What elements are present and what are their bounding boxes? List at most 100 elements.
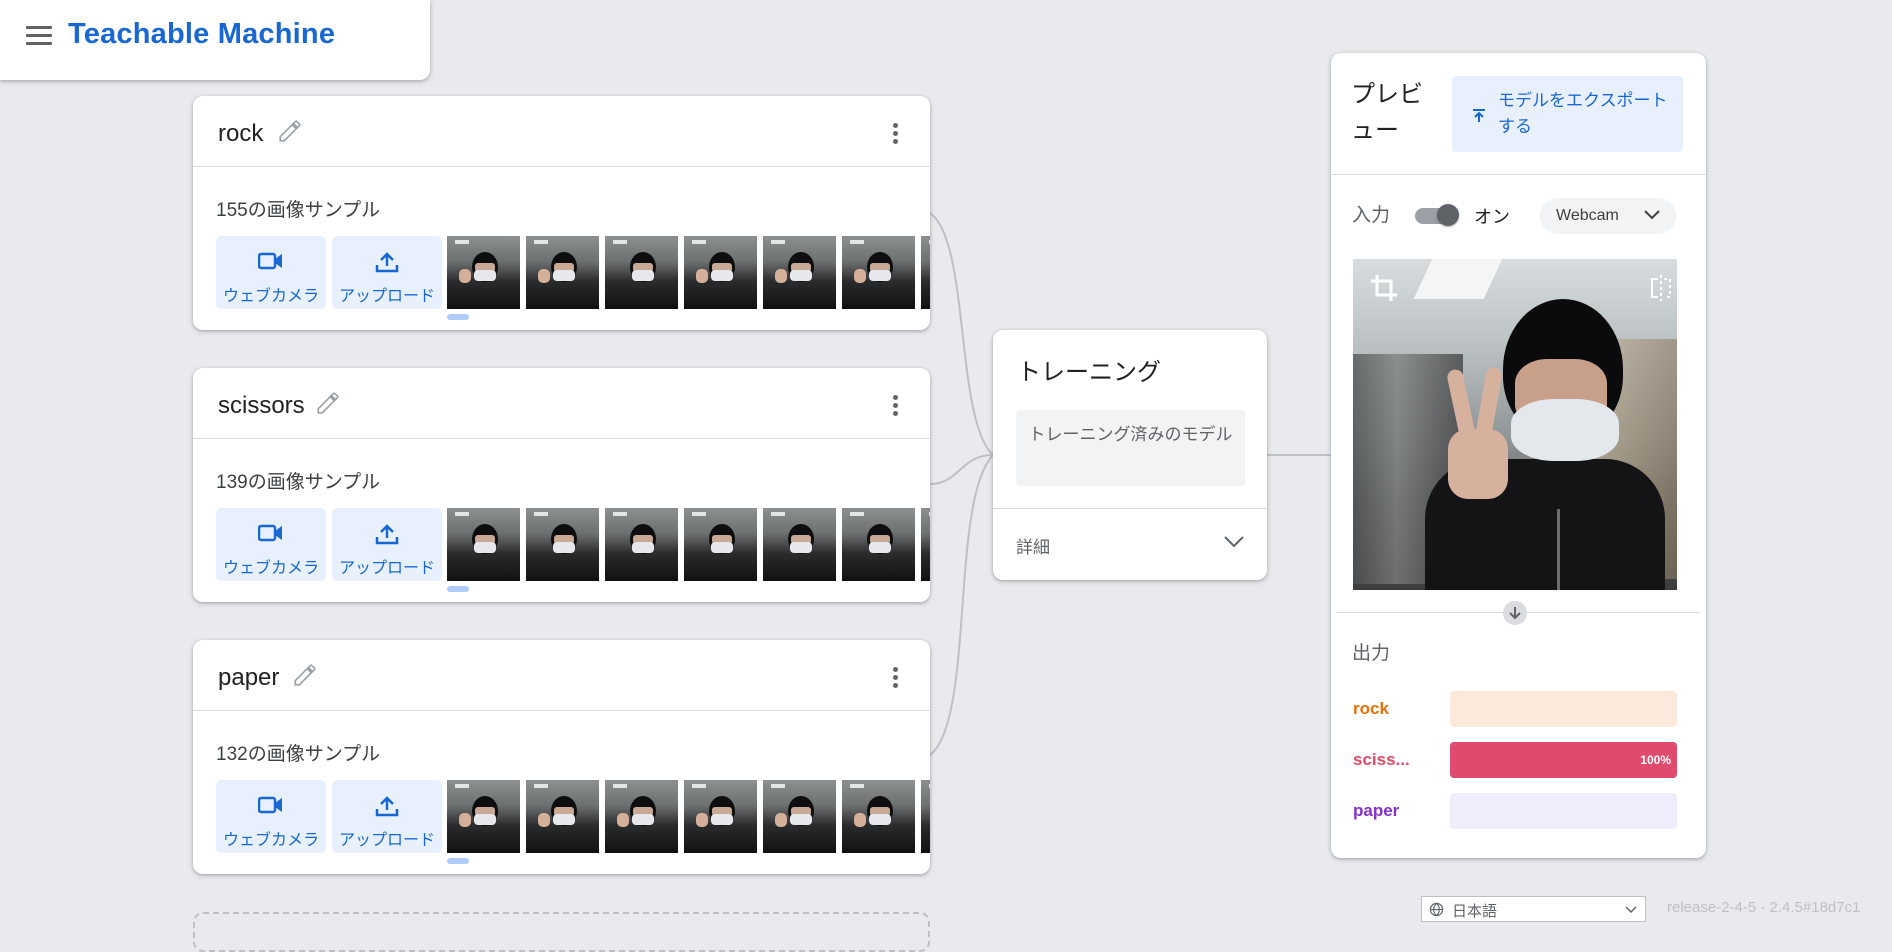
more-vert-icon[interactable]	[892, 667, 898, 689]
upload-button-label: アップロード	[338, 560, 435, 577]
sample-thumbnail[interactable]	[684, 508, 757, 581]
class-card-header: paper	[193, 640, 930, 711]
output-row-scissors: sciss... 100%	[1331, 742, 1706, 778]
more-vert-icon[interactable]	[892, 123, 898, 145]
sample-thumbnail[interactable]	[842, 508, 915, 581]
output-label: 出力	[1352, 643, 1391, 664]
train-model-button[interactable]: トレーニング済みのモデル	[1016, 410, 1245, 486]
sample-thumbnail[interactable]	[763, 780, 836, 853]
sample-thumbnails	[447, 236, 930, 309]
input-label: 入力	[1352, 205, 1391, 226]
class-card-header: scissors	[193, 368, 930, 439]
class-name[interactable]: paper	[218, 664, 279, 692]
sample-thumbnail[interactable]	[684, 780, 757, 853]
thumbnail-scroll-indicator[interactable]	[447, 314, 469, 320]
upload-button[interactable]: アップロード	[332, 780, 442, 853]
sample-thumbnail[interactable]	[763, 508, 836, 581]
input-toggle[interactable]	[1415, 204, 1459, 226]
sample-thumbnail[interactable]	[921, 508, 930, 581]
sample-thumbnail[interactable]	[605, 780, 678, 853]
sample-count: 132の画像サンプル	[216, 744, 381, 765]
input-source-select[interactable]: Webcam	[1540, 198, 1676, 234]
add-class-card[interactable]	[193, 912, 930, 952]
chevron-down-icon	[1625, 906, 1637, 914]
flip-icon[interactable]	[1649, 273, 1673, 303]
confidence-bar	[1450, 691, 1677, 727]
sample-thumbnail[interactable]	[526, 236, 599, 309]
output-row-paper: paper	[1331, 793, 1706, 829]
class-card-scissors: scissors 139の画像サンプル ウェブカメラ アップロード	[193, 368, 930, 602]
preview-title: プレビュー	[1351, 81, 1423, 144]
globe-icon	[1429, 902, 1444, 917]
input-source-value: Webcam	[1556, 207, 1619, 224]
thumbnail-scroll-indicator[interactable]	[447, 858, 469, 864]
sample-thumbnail[interactable]	[605, 236, 678, 309]
app-title[interactable]: Teachable Machine	[68, 18, 335, 51]
arrow-down-icon	[1503, 601, 1527, 625]
videocam-icon	[258, 252, 282, 270]
sample-thumbnail[interactable]	[921, 236, 930, 309]
menu-icon[interactable]	[26, 26, 52, 48]
videocam-icon	[258, 796, 282, 814]
advanced-label: 詳細	[1016, 538, 1050, 557]
confidence-percent: 100%	[1640, 753, 1671, 767]
export-model-label: モデルをエクスポートする	[1498, 91, 1668, 136]
language-select[interactable]: 日本語	[1421, 896, 1646, 922]
thumbnail-scroll-indicator[interactable]	[447, 586, 469, 592]
class-card-rock: rock 155の画像サンプル ウェブカメラ アップロード	[193, 96, 930, 330]
training-card: トレーニング トレーニング済みのモデル 詳細	[993, 330, 1267, 580]
output-class-name: paper	[1353, 801, 1400, 820]
sample-thumbnail[interactable]	[447, 236, 520, 309]
more-vert-icon[interactable]	[892, 395, 898, 417]
class-name[interactable]: scissors	[218, 392, 305, 420]
upload-button[interactable]: アップロード	[332, 236, 442, 309]
upload-icon	[375, 524, 399, 545]
confidence-bar: 100%	[1450, 742, 1677, 778]
chevron-down-icon	[1224, 536, 1244, 548]
class-name[interactable]: rock	[218, 120, 263, 148]
sample-count: 155の画像サンプル	[216, 200, 381, 221]
sample-thumbnail[interactable]	[526, 780, 599, 853]
output-row-rock: rock	[1331, 691, 1706, 727]
class-card-header: rock	[193, 96, 930, 167]
sample-thumbnail[interactable]	[605, 508, 678, 581]
upload-icon	[375, 252, 399, 273]
sample-thumbnails	[447, 508, 930, 581]
app-header: Teachable Machine	[0, 0, 430, 80]
output-class-name: rock	[1353, 699, 1389, 718]
sample-thumbnail[interactable]	[526, 508, 599, 581]
sample-thumbnail[interactable]	[842, 236, 915, 309]
sample-thumbnails	[447, 780, 930, 853]
videocam-icon	[258, 524, 282, 542]
language-value: 日本語	[1452, 903, 1498, 920]
export-model-button[interactable]: モデルをエクスポートする	[1452, 76, 1683, 152]
upload-button-label: アップロード	[338, 832, 435, 849]
sample-count: 139の画像サンプル	[216, 472, 381, 493]
advanced-toggle[interactable]: 詳細	[993, 508, 1267, 581]
pencil-icon[interactable]	[292, 662, 318, 688]
webcam-button[interactable]: ウェブカメラ	[216, 780, 326, 853]
sample-thumbnail[interactable]	[921, 780, 930, 853]
confidence-bar	[1450, 793, 1677, 829]
sample-thumbnail[interactable]	[684, 236, 757, 309]
preview-card: プレビュー モデルをエクスポートする 入力 オン Webcam 出力 rock …	[1331, 53, 1706, 858]
divider	[1331, 174, 1706, 175]
sample-thumbnail[interactable]	[447, 780, 520, 853]
output-class-name: sciss...	[1353, 750, 1410, 769]
webcam-button-label: ウェブカメラ	[222, 288, 319, 305]
pencil-icon[interactable]	[277, 118, 303, 144]
sample-thumbnail[interactable]	[763, 236, 836, 309]
upload-button[interactable]: アップロード	[332, 508, 442, 581]
release-version: release-2-4-5 - 2.4.5#18d7c1	[1667, 899, 1861, 916]
upload-icon	[1473, 109, 1485, 122]
sample-thumbnail[interactable]	[842, 780, 915, 853]
sample-thumbnail[interactable]	[447, 508, 520, 581]
pencil-icon[interactable]	[315, 390, 341, 416]
webcam-button-label: ウェブカメラ	[222, 560, 319, 577]
training-title: トレーニング	[1017, 359, 1161, 386]
webcam-button[interactable]: ウェブカメラ	[216, 236, 326, 309]
webcam-button[interactable]: ウェブカメラ	[216, 508, 326, 581]
crop-icon[interactable]	[1369, 273, 1399, 303]
class-card-paper: paper 132の画像サンプル ウェブカメラ アップロード	[193, 640, 930, 874]
chevron-down-icon	[1644, 210, 1660, 220]
